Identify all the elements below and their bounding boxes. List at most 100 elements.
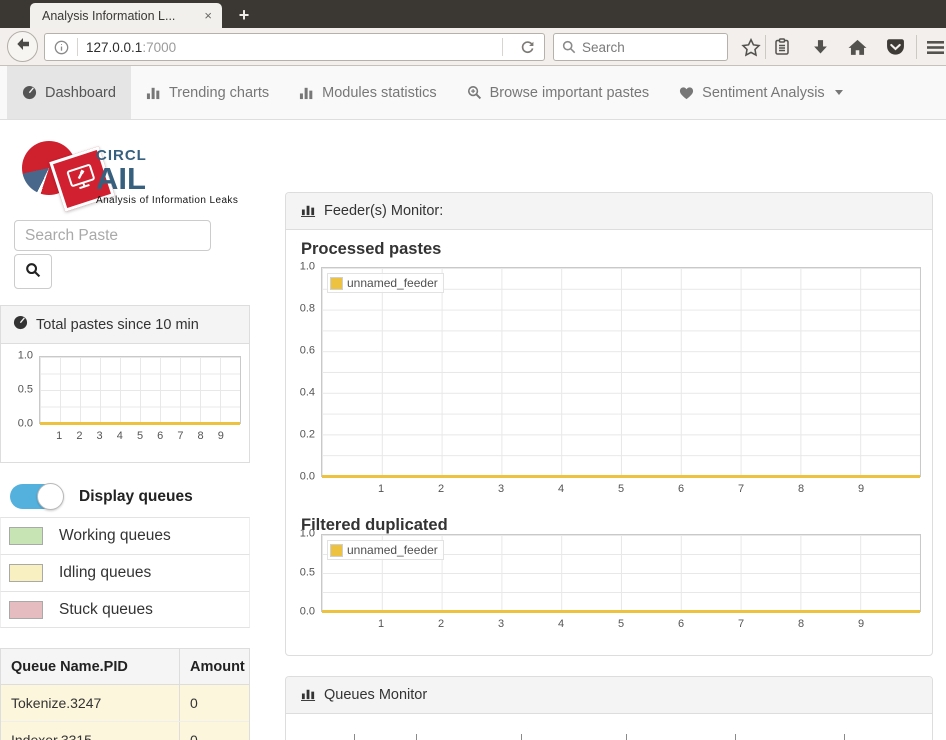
nav-item-label: Trending charts — [168, 84, 270, 101]
legend-swatch — [9, 600, 43, 619]
x-tick-label: 6 — [677, 483, 685, 495]
chart-heading-processed-pastes: Processed pastes — [301, 240, 442, 258]
app-navbar: Dashboard Trending charts Modules statisti… — [0, 66, 946, 120]
x-tick-label: 6 — [677, 618, 685, 630]
divider — [916, 35, 917, 59]
url-bar[interactable]: 127.0.0.1:7000 — [44, 33, 545, 61]
legend-label: Stuck queues — [59, 600, 153, 618]
queues-chart-tick — [844, 734, 845, 740]
x-tick-label: 7 — [177, 430, 184, 442]
x-tick-label: 9 — [217, 430, 224, 442]
display-queues-toggle[interactable] — [10, 483, 64, 510]
menu-icon[interactable] — [924, 36, 946, 58]
y-tick-label: 0.6 — [299, 344, 315, 357]
y-tick-label: 1.0 — [299, 527, 315, 540]
browser-search-input[interactable] — [582, 39, 759, 55]
legend-row-stuck-queues: Stuck queues — [0, 591, 250, 628]
browser-tab[interactable]: Analysis Information L... × — [30, 3, 222, 28]
new-tab-button[interactable]: + — [230, 3, 258, 28]
queue-amount: 0 — [179, 722, 249, 740]
legend-swatch — [330, 543, 343, 557]
tab-close-icon[interactable]: × — [202, 8, 214, 23]
nav-item-label: Modules statistics — [322, 84, 437, 101]
queue-table-header: Queue Name.PID Amount — [1, 649, 249, 685]
x-tick-label: 7 — [737, 618, 745, 630]
logo-product: AIL — [96, 161, 146, 196]
x-tick-label: 9 — [857, 618, 865, 630]
y-tick-label: 1.0 — [299, 260, 315, 273]
y-axis: 0.0 0.5 1.0 — [9, 350, 39, 429]
x-tick-label: 2 — [437, 618, 445, 630]
series-line — [322, 475, 920, 478]
nav-item-dashboard[interactable]: Dashboard — [7, 66, 131, 119]
legend-row-working-queues: Working queues — [0, 517, 250, 554]
pocket-icon[interactable] — [884, 36, 906, 58]
monitor-pin-icon — [64, 161, 100, 197]
x-tick-label: 6 — [157, 430, 164, 442]
queue-table-row: Indexer.3315 0 — [1, 722, 249, 740]
col-header-amount: Amount — [179, 649, 249, 684]
gauge-icon — [22, 85, 37, 100]
heart-icon — [679, 86, 694, 100]
home-icon[interactable] — [846, 36, 868, 58]
paste-search-input[interactable] — [14, 220, 211, 251]
nav-item-modules-statistics[interactable]: Modules statistics — [284, 66, 451, 119]
divider — [77, 38, 78, 56]
url-port: :7000 — [142, 39, 177, 55]
y-tick-label: 0.4 — [299, 386, 315, 399]
queue-name: Indexer.3315 — [11, 732, 92, 740]
nav-item-label: Dashboard — [45, 84, 116, 101]
bookmarks-list-icon[interactable] — [771, 36, 793, 58]
legend-swatch — [9, 564, 43, 582]
x-tick-label: 8 — [797, 483, 805, 495]
nav-item-label: Sentiment Analysis — [702, 84, 825, 101]
legend-row-idling-queues: Idling queues — [0, 554, 250, 591]
queue-amount: 0 — [179, 685, 249, 721]
nav-item-trending-charts[interactable]: Trending charts — [131, 66, 284, 119]
back-button[interactable] — [7, 31, 38, 62]
y-tick-label: 0.8 — [299, 302, 315, 315]
bar-chart-icon — [301, 202, 316, 221]
legend-series-label: unnamed_feeder — [347, 276, 438, 290]
x-tick-label: 2 — [437, 483, 445, 495]
back-arrow-icon — [15, 36, 31, 57]
panel-title: Total pastes since 10 min — [36, 316, 199, 333]
x-tick-label: 5 — [617, 483, 625, 495]
display-queues-label: Display queues — [79, 488, 193, 505]
site-info-icon[interactable] — [54, 40, 69, 55]
x-tick-label: 9 — [857, 483, 865, 495]
queues-chart-tick — [521, 734, 522, 740]
browser-search-bar[interactable] — [553, 33, 759, 61]
series-line — [322, 610, 920, 613]
reload-icon[interactable] — [520, 40, 535, 55]
queues-chart-tick — [626, 734, 627, 740]
x-tick-label: 1 — [377, 618, 385, 630]
y-axis: 0.0 0.5 1.0 — [297, 528, 321, 617]
url-host: 127.0.0.1 — [86, 39, 143, 55]
col-header-queue-name: Queue Name.PID — [11, 658, 128, 675]
toggle-knob[interactable] — [37, 483, 64, 510]
x-tick-label: 5 — [136, 430, 144, 442]
x-tick-label: 5 — [617, 618, 625, 630]
chart-filtered-duplicated: 0.0 0.5 1.0 unnamed_feeder 1 2 3 4 5 6 7 8 9 — [297, 528, 921, 632]
total-pastes-panel-header: Total pastes since 10 min — [1, 306, 249, 344]
total-pastes-panel: Total pastes since 10 min 0.0 0.5 1.0 1 2 3 4 5… — [0, 305, 250, 463]
y-tick-label: 0.0 — [299, 605, 315, 618]
chart-legend: unnamed_feeder — [327, 540, 444, 560]
queues-chart-tick — [354, 734, 355, 740]
nav-item-sentiment-analysis[interactable]: Sentiment Analysis — [664, 66, 858, 119]
logo-tagline: Analysis of Information Leaks — [96, 195, 239, 207]
downloads-icon[interactable] — [809, 36, 831, 58]
bookmark-star-icon[interactable] — [740, 36, 762, 58]
chart-total-pastes: 0.0 0.5 1.0 1 2 3 4 5 6 7 8 9 — [9, 350, 241, 444]
paste-search-button[interactable] — [14, 254, 52, 289]
feeder-monitor-panel: Feeder(s) Monitor: Processed pastes 0.0 0… — [285, 192, 933, 656]
feeder-monitor-panel-header: Feeder(s) Monitor: — [286, 193, 932, 230]
browser-toolbar: 127.0.0.1:7000 — [0, 28, 946, 66]
y-axis: 0.0 0.2 0.4 0.6 0.8 1.0 — [297, 261, 321, 482]
nav-item-browse-important-pastes[interactable]: Browse important pastes — [452, 66, 665, 119]
search-icon — [562, 40, 576, 54]
legend-label: Working queues — [59, 527, 171, 544]
y-tick-label: 0.5 — [17, 383, 33, 396]
total-pastes-panel-body: 0.0 0.5 1.0 1 2 3 4 5 6 7 8 9 — [1, 344, 249, 462]
